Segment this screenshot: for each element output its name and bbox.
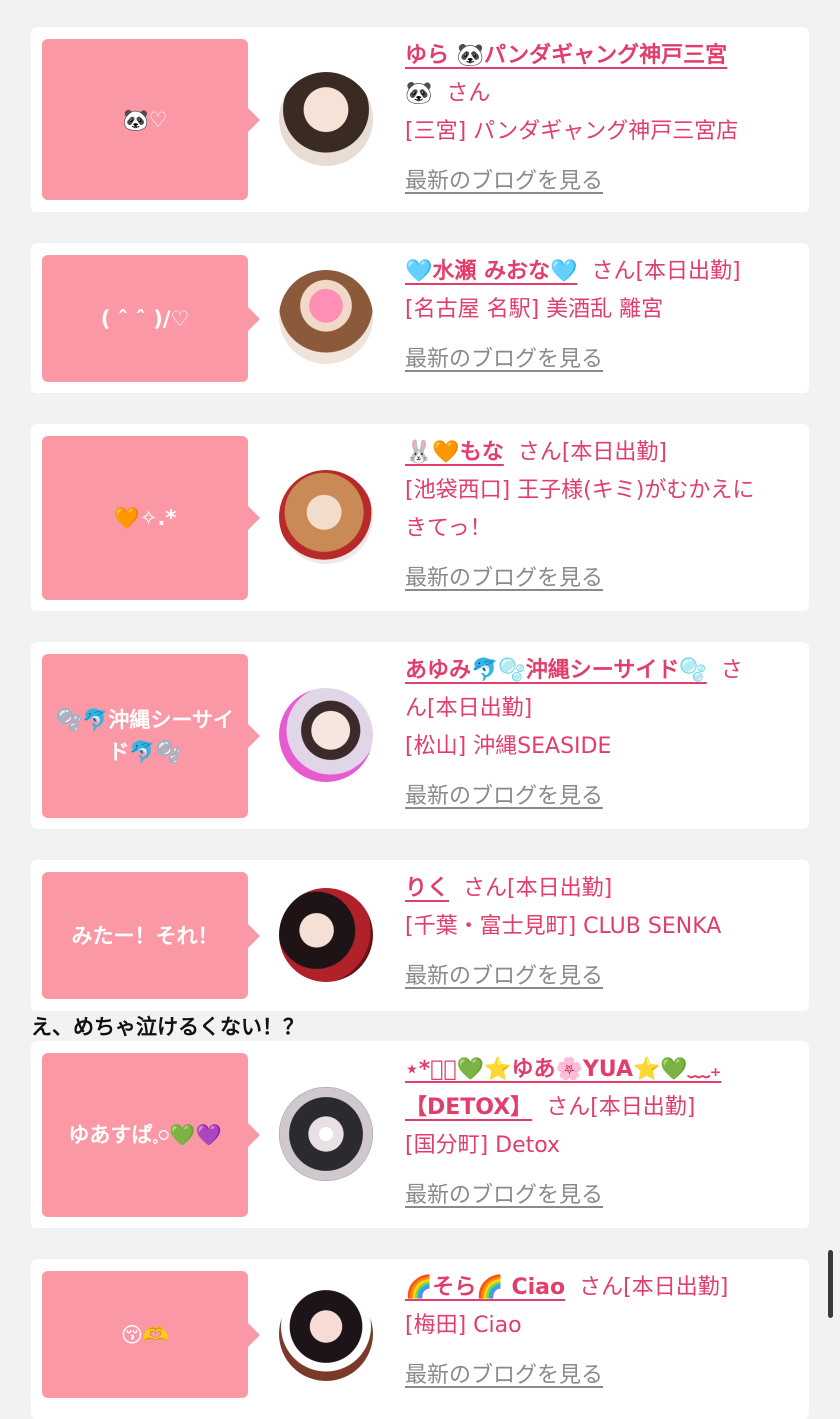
avatar[interactable] — [279, 470, 373, 564]
girl-name-link[interactable]: ゆら 🐼パンダギャング神戸三宮 — [405, 43, 727, 68]
girl-name-link[interactable]: 🩵水瀬 みおな🩵 — [405, 259, 577, 284]
comment-bubble-text: 🐼♡ — [122, 107, 168, 132]
scrollbar[interactable] — [828, 1250, 833, 1318]
honorific: さ — [720, 658, 743, 683]
comment-bubble-text: 🧡✧.* — [113, 506, 177, 530]
latest-blog-link[interactable]: 最新のブログを見る — [405, 560, 603, 598]
avatar[interactable] — [279, 888, 373, 982]
shop-info: [国分町] Detox — [405, 1133, 561, 1158]
shop-info: [三宮] パンダギャング神戸三宮店 — [405, 119, 739, 144]
work-status: [本日出勤] — [561, 440, 667, 465]
shop-info: [梅田] Ciao — [405, 1313, 522, 1338]
work-status: [本日出勤] — [507, 876, 613, 901]
latest-blog-link[interactable]: 最新のブログを見る — [405, 1357, 603, 1395]
comment-bubble: ゆあすぱ𓈒𓏸💚💜 — [42, 1053, 260, 1217]
girl-name-link[interactable]: りく — [405, 876, 449, 901]
shop-info-line2: きてっ！ — [405, 516, 492, 541]
comment-bubble: ( ˆ ˆ )/♡ — [42, 255, 260, 382]
girl-name-link[interactable]: あゆみ🐬🫧沖縄シーサイド🫧 — [405, 658, 707, 683]
girl-name-line2[interactable]: 【DETOX】 — [405, 1095, 532, 1120]
work-status: [本日出勤] — [427, 696, 533, 721]
avatar[interactable] — [279, 270, 373, 364]
comment-bubble: みたー！それ！ — [42, 872, 260, 999]
shop-info: [松山] 沖縄SEASIDE — [405, 734, 612, 759]
comment-bubble-text: ( ˆ ˆ )/♡ — [100, 306, 190, 331]
comment-bubble: 🐼♡ — [42, 39, 260, 200]
latest-blog-link[interactable]: 最新のブログを見る — [405, 341, 603, 379]
latest-blog-link[interactable]: 最新のブログを見る — [405, 163, 603, 201]
girl-name-link[interactable]: 🌈そら🌈 Ciao — [405, 1275, 565, 1300]
girl-name-link[interactable]: 🐰🧡もな — [405, 440, 504, 465]
shop-info: [池袋西口] 王子様(キミ)がむかえに — [405, 478, 755, 503]
blog-card[interactable]: 🐼♡ ゆら 🐼パンダギャング神戸三宮 🐼 さん [三宮] パンダギャング神戸三宮店… — [31, 27, 809, 212]
blog-card[interactable]: ( ˆ ˆ )/♡ 🩵水瀬 みおな🩵 さん[本日出勤] [名古屋 名駅] 美酒乱 … — [31, 243, 809, 393]
comment-bubble-text: 😚🫶 — [120, 1322, 170, 1347]
avatar[interactable] — [279, 688, 373, 782]
latest-blog-link[interactable]: 最新のブログを見る — [405, 778, 603, 816]
blog-card[interactable]: ゆあすぱ𓈒𓏸💚💜 ⋆*ﾟ﹏💚⭐️ゆあ🌸YUA⭐️💚﹏₊ 【DETOX】 さん[本日… — [31, 1041, 809, 1228]
girl-name-line2: 🐼 — [405, 81, 433, 106]
blog-card[interactable]: みたー！それ！ りく さん[本日出勤] [千葉・富士見町] CLUB SENKA … — [31, 860, 809, 1011]
latest-blog-link[interactable]: 最新のブログを見る — [405, 958, 603, 996]
comment-bubble: 😚🫶 — [42, 1271, 260, 1398]
work-status: [本日出勤] — [623, 1275, 729, 1300]
honorific: さん — [446, 81, 491, 106]
honorific: さん — [463, 876, 508, 901]
girl-name-link[interactable]: ⋆*ﾟ﹏💚⭐️ゆあ🌸YUA⭐️💚﹏₊ — [405, 1057, 721, 1082]
comment-bubble-text: 🫧🐬沖縄シーサイド🐬🫧 — [56, 708, 234, 764]
honorific: さん — [579, 1275, 624, 1300]
avatar[interactable] — [279, 1287, 373, 1381]
honorific-line2: ん — [405, 696, 428, 721]
comment-text: え、めちゃ泣けるくない！？ — [31, 1015, 304, 1039]
honorific: さん — [517, 440, 562, 465]
blog-card[interactable]: 😚🫶 🌈そら🌈 Ciao さん[本日出勤] [梅田] Ciao 最新のブログを見る — [31, 1259, 809, 1419]
avatar[interactable] — [279, 1087, 373, 1181]
work-status: [本日出勤] — [590, 1095, 696, 1120]
honorific: さん — [546, 1095, 591, 1120]
honorific: さん — [591, 259, 636, 284]
latest-blog-link[interactable]: 最新のブログを見る — [405, 1177, 603, 1215]
work-status: [本日出勤] — [635, 259, 741, 284]
comment-bubble-text: みたー！それ！ — [71, 923, 219, 948]
blog-card[interactable]: 🫧🐬沖縄シーサイド🐬🫧 あゆみ🐬🫧沖縄シーサイド🫧 さ ん[本日出勤] [松山] … — [31, 642, 809, 829]
comment-bubble: 🫧🐬沖縄シーサイド🐬🫧 — [42, 654, 260, 818]
shop-info: [名古屋 名駅] 美酒乱 離宮 — [405, 297, 664, 322]
blog-card[interactable]: 🧡✧.* 🐰🧡もな さん[本日出勤] [池袋西口] 王子様(キミ)がむかえに きて… — [31, 424, 809, 611]
comment-bubble: 🧡✧.* — [42, 436, 260, 600]
avatar[interactable] — [279, 72, 373, 166]
comment-bubble-text: ゆあすぱ𓈒𓏸💚💜 — [68, 1123, 222, 1147]
shop-info: [千葉・富士見町] CLUB SENKA — [405, 914, 722, 939]
